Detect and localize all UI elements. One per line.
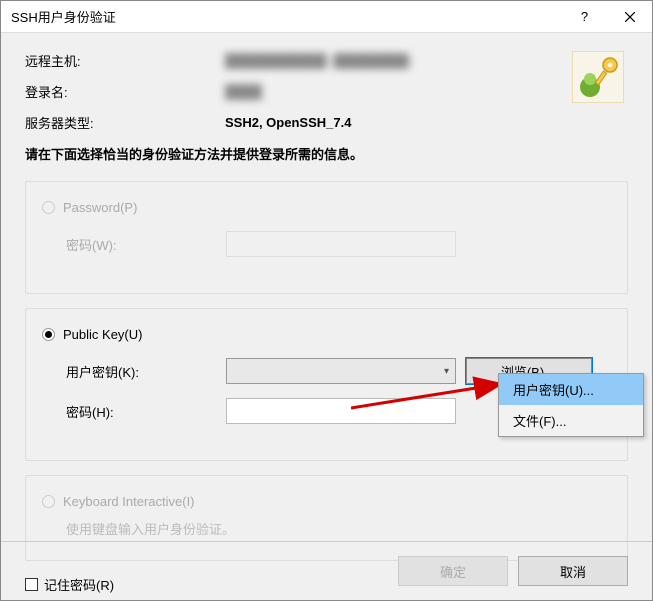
instruction-text: 请在下面选择恰当的身份验证方法并提供登录所需的信息。 <box>25 144 628 163</box>
host-row: 远程主机: ███████████ (████████) <box>25 51 628 70</box>
password-field-label: 密码(W): <box>66 235 226 254</box>
login-label: 登录名: <box>25 82 225 101</box>
publickey-radio-label: Public Key(U) <box>63 327 142 342</box>
publickey-radio-row[interactable]: Public Key(U) <box>42 327 611 342</box>
server-type-label: 服务器类型: <box>25 113 225 132</box>
server-type-value: SSH2, OpenSSH_7.4 <box>225 115 351 130</box>
close-icon <box>625 12 635 22</box>
host-label: 远程主机: <box>25 51 225 70</box>
password-radio-label: Password(P) <box>63 200 137 215</box>
content-area: 远程主机: ███████████ (████████) 登录名: ████ 服… <box>1 33 652 594</box>
kbd-note: 使用键盘输入用户身份验证。 <box>42 519 611 538</box>
auth-icon <box>572 51 624 103</box>
cancel-button[interactable]: 取消 <box>518 556 628 586</box>
login-row: 登录名: ████ <box>25 82 628 101</box>
userkey-label: 用户密钥(K): <box>66 362 226 381</box>
password-input <box>226 231 456 257</box>
popup-file[interactable]: 文件(F)... <box>499 405 643 436</box>
password-group: Password(P) 密码(W): <box>25 181 628 294</box>
popup-user-key[interactable]: 用户密钥(U)... <box>499 374 643 405</box>
titlebar: SSH用户身份验证 ? <box>1 1 652 33</box>
password-field-row: 密码(W): <box>42 231 611 257</box>
close-button[interactable] <box>607 1 652 33</box>
chevron-down-icon: ▾ <box>444 366 449 377</box>
server-type-row: 服务器类型: SSH2, OpenSSH_7.4 <box>25 113 628 132</box>
browse-popup-menu: 用户密钥(U)... 文件(F)... <box>498 373 644 437</box>
host-value: ███████████ (████████) <box>225 53 412 68</box>
ok-button: 确定 <box>398 556 508 586</box>
kbd-radio-label: Keyboard Interactive(I) <box>63 494 195 509</box>
footer: 确定 取消 <box>1 541 652 600</box>
publickey-radio[interactable] <box>42 328 55 341</box>
password-radio[interactable] <box>42 201 55 214</box>
kbd-radio[interactable] <box>42 495 55 508</box>
login-value: ████ <box>225 84 262 99</box>
userkey-combo[interactable]: ▾ <box>226 358 456 384</box>
ssh-auth-dialog: SSH用户身份验证 ? 远程主机: ███████████ (████████)… <box>0 0 653 601</box>
passphrase-input[interactable] <box>226 398 456 424</box>
passphrase-label: 密码(H): <box>66 402 226 421</box>
dialog-title: SSH用户身份验证 <box>11 7 562 26</box>
kbd-radio-row[interactable]: Keyboard Interactive(I) <box>42 494 611 509</box>
password-radio-row[interactable]: Password(P) <box>42 200 611 215</box>
help-button[interactable]: ? <box>562 1 607 33</box>
